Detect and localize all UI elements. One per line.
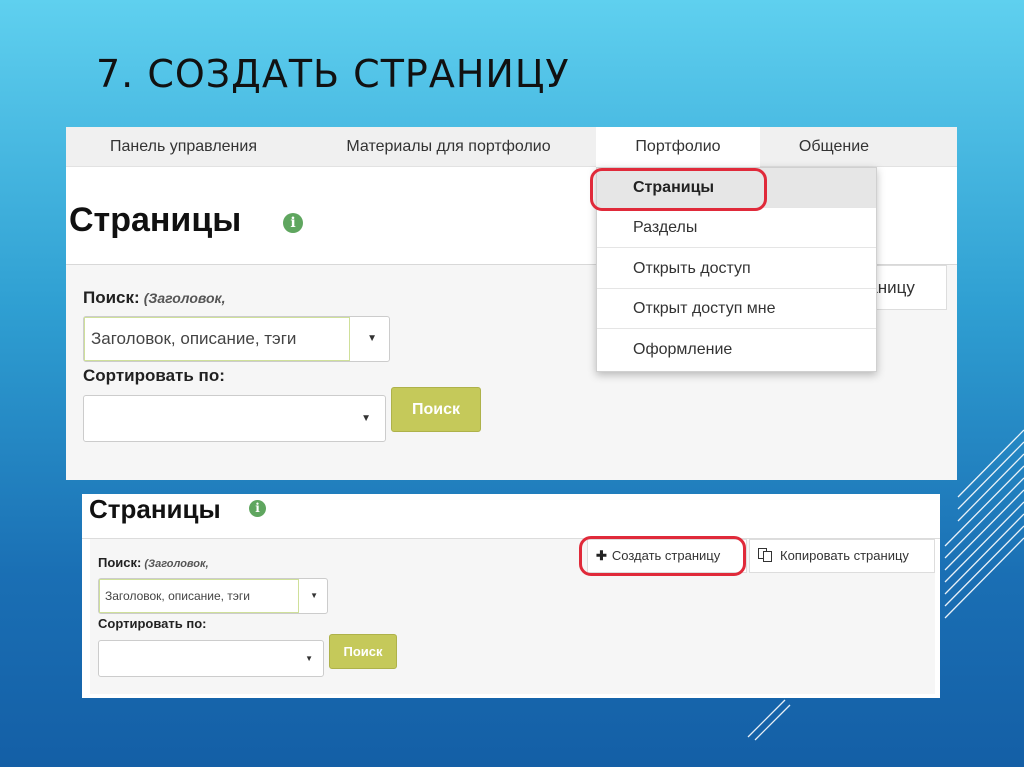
search-hint: (Заголовок, xyxy=(143,290,226,306)
copy-page-button[interactable]: Копировать страницу xyxy=(749,539,935,573)
search-combo: Заголовок, описание, тэги ▼ xyxy=(83,316,390,362)
caret-down-icon: ▼ xyxy=(305,654,313,663)
main-navbar: Панель управления Материалы для портфоли… xyxy=(66,127,957,167)
search-combo: Заголовок, описание, тэги ▼ xyxy=(98,578,328,614)
caret-down-icon: ▼ xyxy=(361,413,371,424)
copy-icon xyxy=(758,548,774,562)
search-hint: (Заголовок, xyxy=(144,558,209,570)
page-title: Страницы xyxy=(89,494,221,524)
menu-item-share[interactable]: Открыть доступ xyxy=(597,249,876,289)
caret-down-icon[interactable]: ▼ xyxy=(310,591,318,600)
create-page-label: Создать страницу xyxy=(611,548,721,563)
search-label-text: Поиск: xyxy=(83,288,140,307)
search-label: Поиск: (Заголовок, xyxy=(83,288,226,308)
menu-item-shared-with-me[interactable]: Открыт доступ мне xyxy=(597,289,876,329)
sort-label: Сортировать по: xyxy=(83,366,225,385)
sort-select[interactable]: ▼ xyxy=(98,640,324,677)
sort-select[interactable]: ▼ xyxy=(83,395,386,442)
nav-item-dashboard[interactable]: Панель управления xyxy=(66,127,301,167)
info-icon[interactable]: i xyxy=(283,213,303,233)
slide-title: 7. СОЗДАТЬ СТРАНИЦУ xyxy=(96,52,570,96)
search-label-text: Поиск: xyxy=(98,555,142,570)
portfolio-dropdown-menu: Страницы Разделы Открыть доступ Открыт д… xyxy=(596,167,877,372)
search-input[interactable]: Заголовок, описание, тэги xyxy=(84,317,350,361)
page-title: Страницы xyxy=(69,201,242,239)
screenshot-pages: Страницы i Поиск: (Заголовок, Заголовок, … xyxy=(82,494,940,698)
sort-label: Сортировать по: xyxy=(98,616,207,631)
nav-item-portfolio[interactable]: Портфолио xyxy=(596,127,760,167)
menu-item-pages[interactable]: Страницы xyxy=(597,168,876,208)
search-input[interactable]: Заголовок, описание, тэги xyxy=(99,579,299,613)
search-label: Поиск: (Заголовок, xyxy=(98,555,209,570)
search-button[interactable]: Поиск xyxy=(329,634,397,669)
copy-page-label: Копировать страницу xyxy=(780,548,909,563)
nav-item-communication[interactable]: Общение xyxy=(760,127,908,167)
info-icon[interactable]: i xyxy=(249,500,266,517)
menu-item-sections[interactable]: Разделы xyxy=(597,208,876,248)
caret-down-icon[interactable]: ▼ xyxy=(367,333,377,344)
nav-item-portfolio-materials[interactable]: Материалы для портфолио xyxy=(301,127,596,167)
create-page-button[interactable]: ✚ Создать страницу xyxy=(587,539,747,573)
plus-icon: ✚ xyxy=(596,548,607,563)
menu-item-design[interactable]: Оформление xyxy=(597,330,876,370)
search-button[interactable]: Поиск xyxy=(391,387,481,432)
